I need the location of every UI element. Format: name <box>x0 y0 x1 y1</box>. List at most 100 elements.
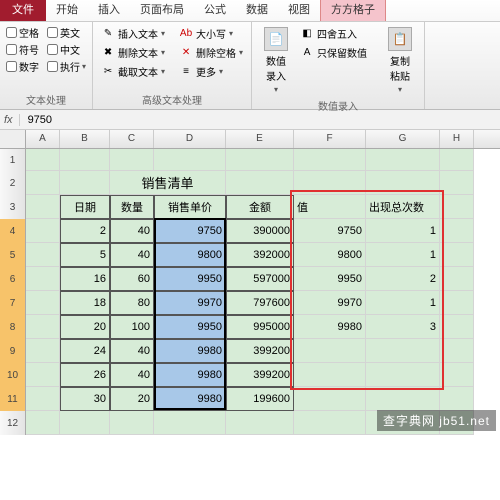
cell-A3[interactable] <box>26 195 60 219</box>
cell-H3[interactable] <box>440 195 474 219</box>
cell-B9[interactable]: 24 <box>60 339 110 363</box>
chk-symbol[interactable]: 符号 <box>6 42 39 57</box>
cell-B5[interactable]: 5 <box>60 243 110 267</box>
cell-H1[interactable] <box>440 149 474 171</box>
btn-keep-num[interactable]: A只保留数值 <box>298 44 369 61</box>
col-header-G[interactable]: G <box>366 130 440 148</box>
cell-D1[interactable] <box>154 149 226 171</box>
cell-C11[interactable]: 20 <box>110 387 154 411</box>
select-all-corner[interactable] <box>0 130 26 148</box>
formula-value[interactable]: 9750 <box>19 114 52 126</box>
cell-H6[interactable] <box>440 267 474 291</box>
cell-C10[interactable]: 40 <box>110 363 154 387</box>
cell-B8[interactable]: 20 <box>60 315 110 339</box>
row-header-8[interactable]: 8 <box>0 315 26 339</box>
fx-icon[interactable]: fx <box>4 114 13 126</box>
cell-H8[interactable] <box>440 315 474 339</box>
btn-delete-text[interactable]: ✖删除文本 ▾ <box>99 44 167 61</box>
cell-C5[interactable]: 40 <box>110 243 154 267</box>
cell-F7[interactable]: 9970 <box>294 291 366 315</box>
cell-B1[interactable] <box>60 149 110 171</box>
cell-E6[interactable]: 597000 <box>226 267 294 291</box>
row-header-1[interactable]: 1 <box>0 149 26 171</box>
cell-G9[interactable] <box>366 339 440 363</box>
col-header-C[interactable]: C <box>110 130 154 148</box>
btn-cut-text[interactable]: ✂截取文本 ▾ <box>99 63 167 80</box>
cell-H9[interactable] <box>440 339 474 363</box>
row-header-9[interactable]: 9 <box>0 339 26 363</box>
cell-B6[interactable]: 16 <box>60 267 110 291</box>
cell-F9[interactable] <box>294 339 366 363</box>
chk-space[interactable]: 空格 <box>6 25 39 40</box>
cell-E10[interactable]: 399200 <box>226 363 294 387</box>
tab-fangge[interactable]: 方方格子 <box>320 0 386 21</box>
cell-F6[interactable]: 9950 <box>294 267 366 291</box>
cell-E2[interactable] <box>226 171 294 195</box>
cell-B7[interactable]: 18 <box>60 291 110 315</box>
cell-A2[interactable] <box>26 171 60 195</box>
row-header-7[interactable]: 7 <box>0 291 26 315</box>
row-header-6[interactable]: 6 <box>0 267 26 291</box>
cell-D8[interactable]: 9950 <box>154 315 226 339</box>
cell-B12[interactable] <box>60 411 110 435</box>
col-header-B[interactable]: B <box>60 130 110 148</box>
cell-G8[interactable]: 3 <box>366 315 440 339</box>
cell-C7[interactable]: 80 <box>110 291 154 315</box>
cell-E12[interactable] <box>226 411 294 435</box>
btn-case[interactable]: Ab大小写 ▾ <box>177 25 245 42</box>
cell-G7[interactable]: 1 <box>366 291 440 315</box>
row-header-2[interactable]: 2 <box>0 171 26 195</box>
col-header-A[interactable]: A <box>26 130 60 148</box>
cell-A4[interactable] <box>26 219 60 243</box>
cell-E8[interactable]: 995000 <box>226 315 294 339</box>
cell-C9[interactable]: 40 <box>110 339 154 363</box>
cell-D11[interactable]: 9980 <box>154 387 226 411</box>
cell-A12[interactable] <box>26 411 60 435</box>
cell-F1[interactable] <box>294 149 366 171</box>
tab-start[interactable]: 开始 <box>46 0 88 21</box>
cell-E4[interactable]: 390000 <box>226 219 294 243</box>
cell-A1[interactable] <box>26 149 60 171</box>
cell-H7[interactable] <box>440 291 474 315</box>
cell-E9[interactable]: 399200 <box>226 339 294 363</box>
cell-G3[interactable]: 出现总次数 <box>366 195 440 219</box>
tab-layout[interactable]: 页面布局 <box>130 0 194 21</box>
btn-del-space[interactable]: ✕删除空格 ▾ <box>177 44 245 61</box>
cell-H5[interactable] <box>440 243 474 267</box>
cell-F10[interactable] <box>294 363 366 387</box>
row-header-5[interactable]: 5 <box>0 243 26 267</box>
btn-num-entry[interactable]: 📄 数值 录入▾ <box>258 25 294 96</box>
cell-D4[interactable]: 9750 <box>154 219 226 243</box>
cell-G2[interactable] <box>366 171 440 195</box>
cell-D10[interactable]: 9980 <box>154 363 226 387</box>
cell-E1[interactable] <box>226 149 294 171</box>
row-header-12[interactable]: 12 <box>0 411 26 435</box>
row-header-11[interactable]: 11 <box>0 387 26 411</box>
tab-insert[interactable]: 插入 <box>88 0 130 21</box>
cell-B4[interactable]: 2 <box>60 219 110 243</box>
cell-B3[interactable]: 日期 <box>60 195 110 219</box>
cell-D12[interactable] <box>154 411 226 435</box>
col-header-E[interactable]: E <box>226 130 294 148</box>
cell-F3[interactable]: 值 <box>294 195 366 219</box>
cell-A5[interactable] <box>26 243 60 267</box>
btn-insert-text[interactable]: ✎插入文本 ▾ <box>99 25 167 42</box>
row-header-3[interactable]: 3 <box>0 195 26 219</box>
cell-G5[interactable]: 1 <box>366 243 440 267</box>
cell-A9[interactable] <box>26 339 60 363</box>
col-header-H[interactable]: H <box>440 130 474 148</box>
cell-A8[interactable] <box>26 315 60 339</box>
chk-exec[interactable]: 执行 ▾ <box>47 59 86 74</box>
cell-G6[interactable]: 2 <box>366 267 440 291</box>
cell-G10[interactable] <box>366 363 440 387</box>
chk-digit[interactable]: 数字 <box>6 59 39 74</box>
cell-C4[interactable]: 40 <box>110 219 154 243</box>
col-header-F[interactable]: F <box>294 130 366 148</box>
cell-C3[interactable]: 数量 <box>110 195 154 219</box>
cell-C1[interactable] <box>110 149 154 171</box>
cell-F5[interactable]: 9800 <box>294 243 366 267</box>
cell-H11[interactable] <box>440 387 474 411</box>
cell-F2[interactable] <box>294 171 366 195</box>
cell-C2[interactable]: 销售清单 <box>110 171 226 195</box>
cell-H4[interactable] <box>440 219 474 243</box>
